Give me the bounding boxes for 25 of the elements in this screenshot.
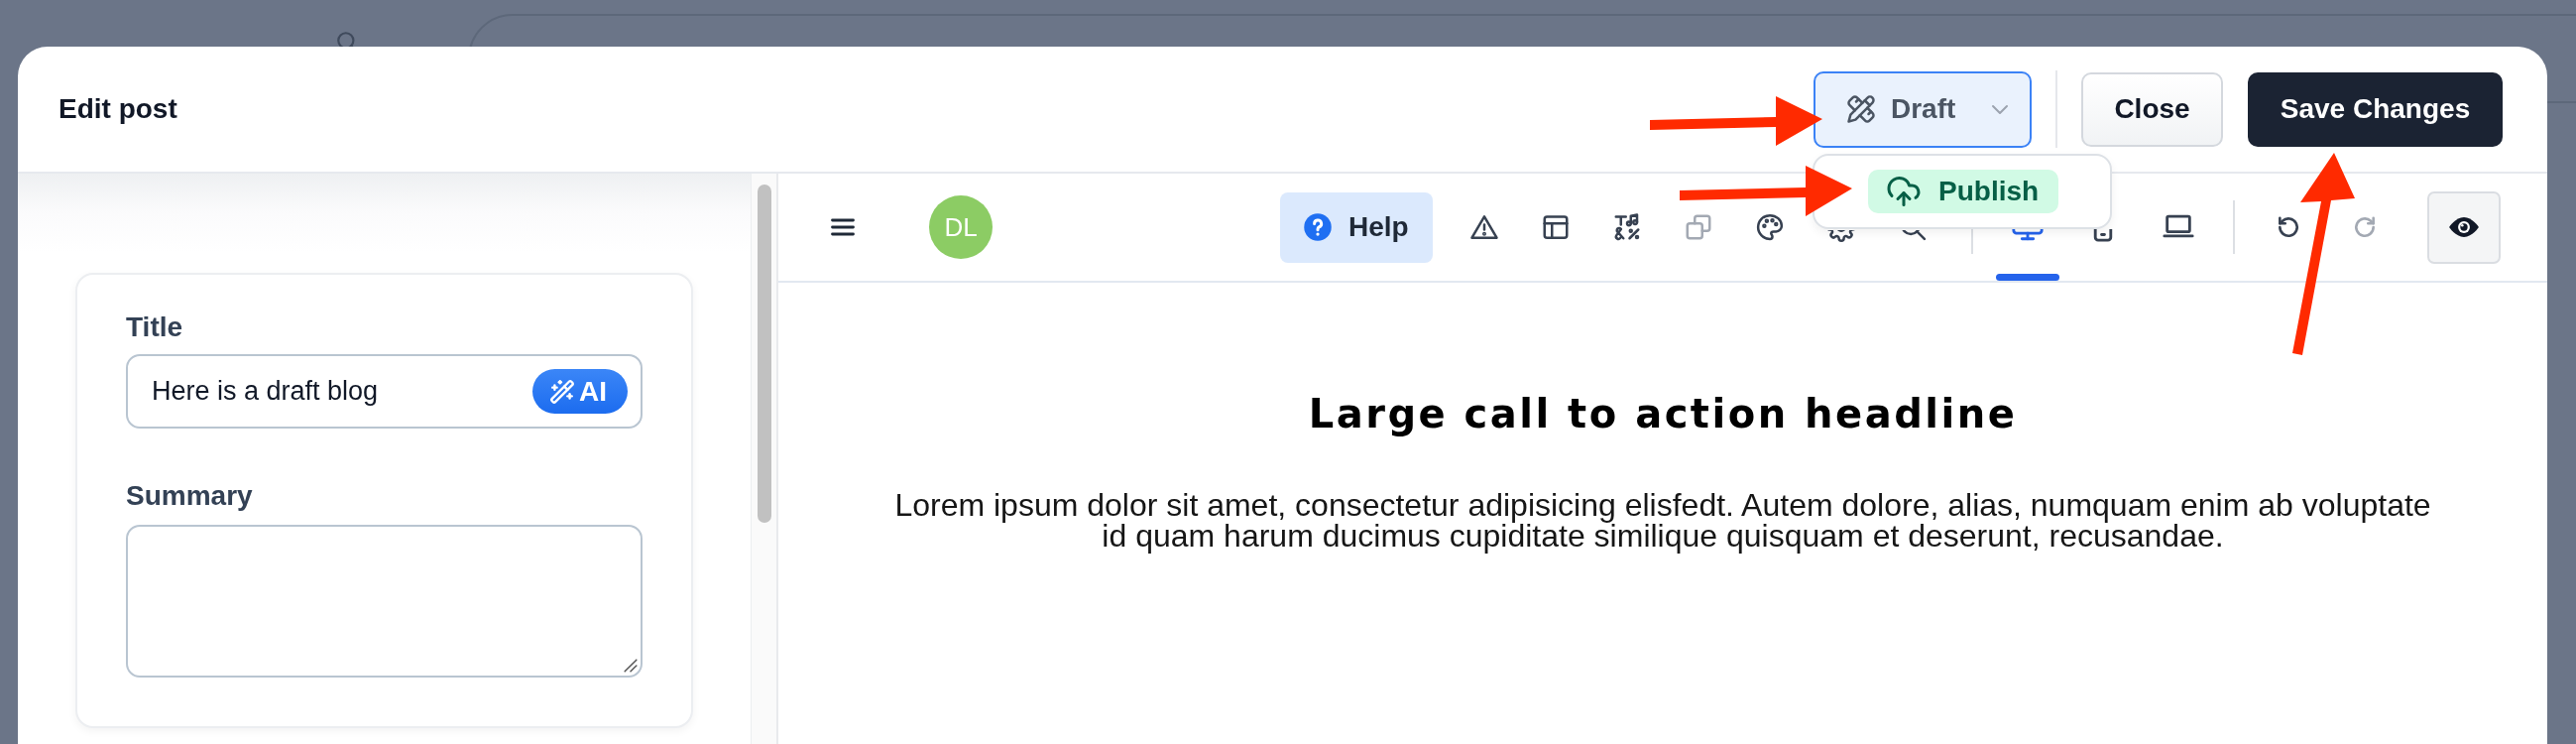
field-label: Title [126,311,184,343]
typography-icon[interactable] [1612,212,1642,242]
title-input-field[interactable]: Here is a draft blog AI [126,354,643,429]
settings-icon[interactable] [1826,230,1856,242]
publish-option[interactable]: Publish [1868,169,2059,213]
resize-grip-icon[interactable] [624,659,638,673]
modal-title: Edit post [59,93,177,125]
status-dropdown[interactable]: Draft [1814,70,2032,148]
field-label: Summary [126,480,254,512]
ai-button[interactable]: AI [532,369,628,414]
palette-icon[interactable] [1755,212,1785,242]
body-paragraph: Lorem ipsum dolor sit amet, consectetur adipisicing elisfedt. Autem dolore, alias, numquam enim ab voluptate id quam harum ducimus cupiditate similique quisquam et deserunt, recusandae. [894,490,2431,552]
save-button[interactable]: Save Changes [2248,71,2503,147]
help-icon [1303,212,1333,242]
scrollbar-thumb[interactable] [758,185,771,523]
close-button[interactable]: Close [2081,71,2223,147]
monitor-icon [2011,229,2045,243]
pencil-ruler-icon [1846,94,1876,124]
help-button[interactable]: Help [1280,191,1433,263]
undo-icon[interactable] [2276,214,2301,240]
preview-button[interactable] [2427,190,2501,264]
warning-icon[interactable] [1469,212,1499,242]
magic-wand-icon [549,378,575,405]
headline: Large call to action headline [1308,391,2018,436]
layout-icon[interactable] [1541,212,1571,242]
